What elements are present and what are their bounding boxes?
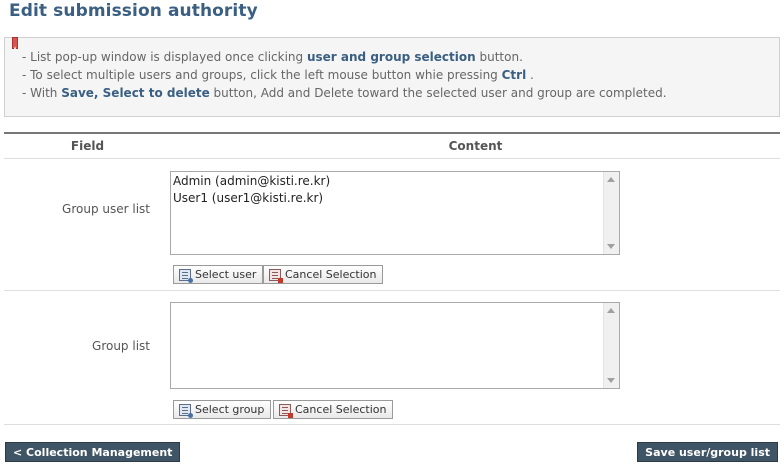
scroll-down-arrow-icon[interactable] — [607, 244, 615, 249]
cancel-selection-label: Cancel Selection — [295, 403, 387, 416]
info-highlight: user and group selection — [306, 50, 476, 64]
select-user-label: Select user — [195, 268, 257, 281]
divider — [4, 158, 780, 159]
info-text: . — [526, 68, 534, 82]
list-item[interactable]: User1 (user1@kisti.re.kr) — [173, 190, 330, 207]
divider — [4, 424, 780, 425]
group-user-listbox[interactable]: Admin (admin@kisti.re.kr) User1 (user1@k… — [170, 171, 620, 255]
group-list-label: Group list — [92, 339, 150, 353]
select-group-button[interactable]: Select group — [173, 400, 272, 419]
scroll-up-arrow-icon[interactable] — [607, 308, 615, 313]
info-box: - List pop-up window is displayed once c… — [4, 37, 780, 117]
info-text: button. — [475, 50, 523, 64]
page-title: Edit submission authority — [9, 1, 258, 21]
collection-management-button[interactable]: < Collection Management — [5, 442, 181, 462]
scrollbar[interactable] — [603, 303, 619, 388]
cancel-selection-user-button[interactable]: Cancel Selection — [263, 265, 384, 284]
info-highlight: Ctrl — [501, 68, 527, 82]
cancel-selection-icon — [279, 403, 293, 418]
scroll-up-arrow-icon[interactable] — [607, 177, 615, 182]
table-top-border — [4, 132, 780, 134]
info-text: - With — [22, 86, 62, 100]
info-highlight: Save, Select to delete — [61, 86, 210, 100]
select-user-button[interactable]: Select user — [173, 265, 264, 284]
group-user-list-label: Group user list — [62, 202, 150, 216]
header-content: Content — [448, 139, 503, 153]
user-select-icon — [179, 268, 193, 283]
cancel-selection-icon — [269, 268, 283, 283]
group-select-icon — [179, 403, 193, 418]
list-item[interactable]: Admin (admin@kisti.re.kr) — [173, 173, 330, 190]
select-group-label: Select group — [195, 403, 265, 416]
scrollbar[interactable] — [603, 172, 619, 254]
bookmark-icon — [12, 37, 18, 49]
group-listbox[interactable] — [170, 302, 620, 389]
info-line-2: - To select multiple users and groups, c… — [22, 68, 534, 82]
info-text: - To select multiple users and groups, c… — [22, 68, 502, 82]
scroll-down-arrow-icon[interactable] — [607, 378, 615, 383]
group-user-items: Admin (admin@kisti.re.kr) User1 (user1@k… — [173, 173, 330, 207]
info-line-1: - List pop-up window is displayed once c… — [22, 50, 523, 64]
save-user-group-list-button[interactable]: Save user/group list — [637, 442, 778, 462]
divider — [4, 290, 780, 291]
info-text: - List pop-up window is displayed once c… — [22, 50, 307, 64]
info-line-3: - With Save, Select to delete button, Ad… — [22, 86, 667, 100]
info-text: button, Add and Delete toward the select… — [209, 86, 667, 100]
header-field: Field — [70, 139, 105, 153]
cancel-selection-label: Cancel Selection — [285, 268, 377, 281]
cancel-selection-group-button[interactable]: Cancel Selection — [273, 400, 394, 419]
